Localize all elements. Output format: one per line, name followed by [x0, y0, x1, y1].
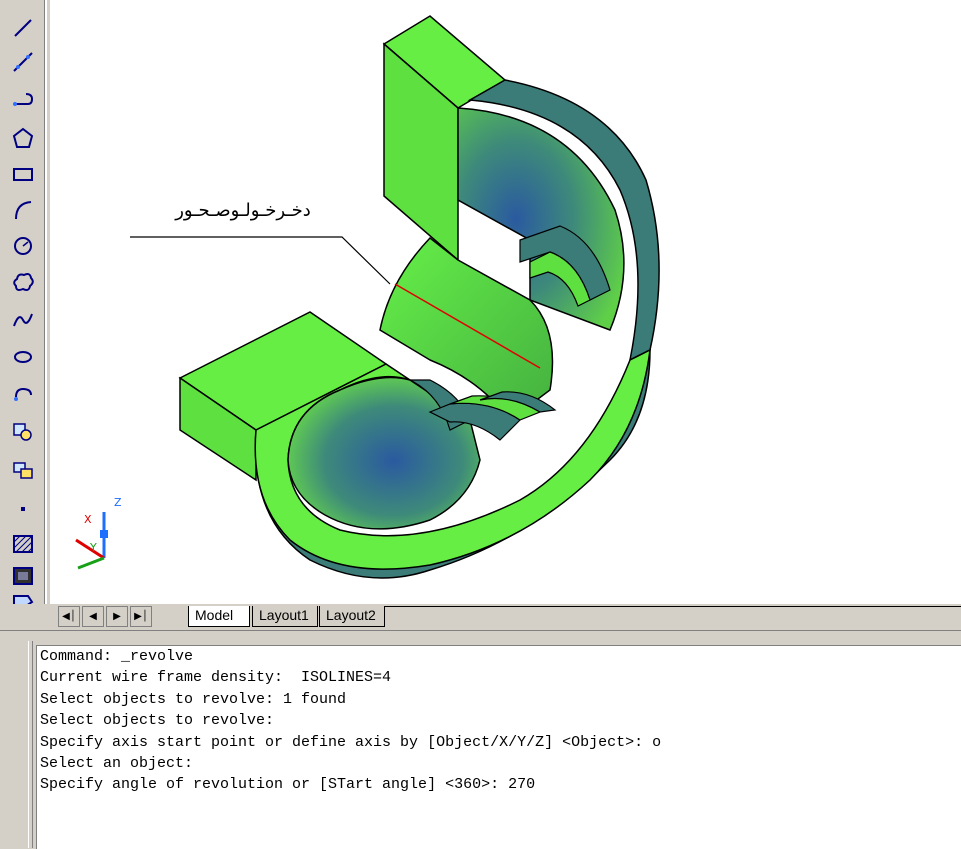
next-tab-button[interactable]: ▶: [106, 606, 128, 627]
insert-block-icon[interactable]: [8, 418, 38, 446]
command-line: Specify axis start point or define axis …: [40, 733, 662, 751]
command-line: Command: _revolve: [40, 648, 194, 665]
tab-layout2[interactable]: Layout2: [319, 606, 385, 627]
command-line: Current wire frame density: ISOLINES=4: [40, 669, 392, 687]
first-tab-button[interactable]: ◀│: [58, 606, 80, 627]
tab-layout1[interactable]: Layout1: [252, 606, 318, 627]
last-tab-button[interactable]: ▶│: [130, 606, 152, 627]
layout-tab-bar: ◀│ ◀ ▶ ▶│ Model Layout1 Layout2: [0, 604, 961, 631]
arc-icon[interactable]: [8, 196, 38, 224]
command-line: Select objects to revolve: 1 found: [40, 690, 347, 708]
annotation-leader: [130, 236, 391, 285]
ellipse-icon[interactable]: [8, 342, 38, 370]
ucs-x-label: X: [84, 513, 92, 526]
command-window-grip[interactable]: [28, 641, 33, 848]
point-icon[interactable]: [8, 494, 38, 522]
drawing-viewport[interactable]: دخـرخـولـوصـحـور Z X Y: [50, 0, 961, 604]
make-block-icon[interactable]: [8, 456, 38, 484]
previous-tab-button[interactable]: ◀: [82, 606, 104, 627]
revision-cloud-icon[interactable]: [8, 268, 38, 296]
command-window: Command: _revolve Current wire frame den…: [0, 631, 961, 849]
gradient-icon[interactable]: [8, 562, 38, 590]
toolbar-highlight: [45, 0, 47, 608]
ucs-y-label: Y: [90, 541, 97, 554]
command-line: Select an object:: [40, 755, 194, 773]
command-line: Select objects to revolve:: [40, 712, 275, 730]
construction-line-icon[interactable]: [8, 48, 38, 76]
annotation-label: دخـرخـولـوصـحـور: [175, 200, 311, 221]
polyline-icon[interactable]: [8, 84, 38, 112]
command-history[interactable]: Command: _revolve Current wire frame den…: [36, 645, 961, 849]
spline-icon[interactable]: [8, 306, 38, 334]
revolved-solid-model: [75, 15, 660, 579]
hatch-icon[interactable]: [8, 530, 38, 558]
tab-model[interactable]: Model: [188, 606, 250, 627]
line-icon[interactable]: [8, 14, 38, 42]
circle-icon[interactable]: [8, 232, 38, 260]
ucs-icon: [75, 512, 108, 570]
polygon-icon[interactable]: [8, 124, 38, 152]
tab-baseline: [335, 606, 961, 607]
ellipse-arc-icon[interactable]: [8, 380, 38, 408]
ucs-z-label: Z: [114, 496, 122, 509]
rectangle-icon[interactable]: [8, 160, 38, 188]
command-line: Specify angle of revolution or [STart an…: [40, 776, 536, 794]
draw-toolbar: [0, 0, 49, 608]
